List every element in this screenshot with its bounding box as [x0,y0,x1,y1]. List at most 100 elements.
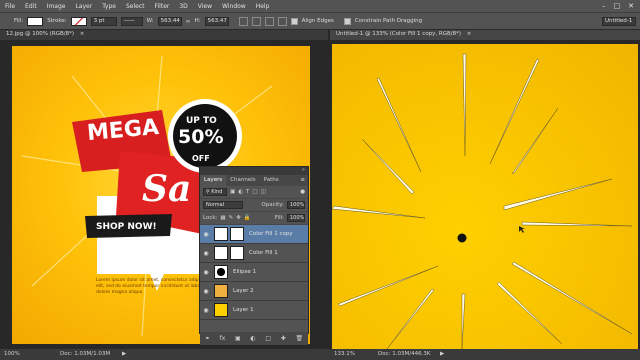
menu-file[interactable]: File [0,3,20,10]
layer-thumbnail [214,246,228,260]
left-zoom-readout[interactable]: 100% [4,351,20,357]
close-icon[interactable]: ✕ [628,2,634,10]
menu-edit[interactable]: Edit [20,3,42,10]
align-edges-checkbox[interactable] [290,17,298,25]
fill-label: Fill: [14,18,24,24]
lock-move-icon[interactable]: ✥ [236,215,241,221]
fill-label: Fill: [274,215,284,221]
trash-icon[interactable]: 🗑 [296,335,304,342]
width-field[interactable]: 563.44 [157,16,182,26]
sale-text: Sa [142,168,192,210]
tab-channels[interactable]: Channels [226,175,259,186]
menu-type[interactable]: Type [97,3,121,10]
lock-row: Lock: ▦ ✎ ✥ 🔒 Fill: 100% [200,212,308,225]
cursor-icon [519,226,525,233]
menu-image[interactable]: Image [42,3,71,10]
filter-type-icon[interactable]: T [246,189,249,195]
constrain-checkbox[interactable] [343,17,351,25]
fill-field[interactable]: 100% [287,214,305,222]
kind-filter-dropdown[interactable]: ⚲ Kind [203,188,227,196]
filter-smart-icon[interactable]: ◫ [261,189,266,195]
tab-paths[interactable]: Paths [260,175,283,186]
layer-thumbnail [214,284,228,298]
filter-pixel-icon[interactable]: ▣ [230,189,235,195]
status-arrow-icon[interactable]: ▶ [122,351,126,357]
blend-mode-dropdown[interactable]: Normal [203,201,243,209]
layer-name[interactable]: Ellipse 1 [233,269,256,275]
panel-menu-icon[interactable]: ≡ [297,175,308,186]
up-to-text: UP TO [186,116,217,126]
menu-filter[interactable]: Filter [150,3,175,10]
layer-style-icon[interactable]: fx [220,335,226,342]
h-label: H: [194,18,201,24]
lock-transparent-icon[interactable]: ▦ [220,215,225,221]
layer-mask-thumbnail [230,246,244,260]
stroke-style-dropdown[interactable]: —— [120,16,143,26]
layer-row[interactable]: ◉ Color Fill 1 [200,244,308,263]
blend-row: Normal Opacity: 100% [200,199,308,212]
percent-text: 50% [178,126,224,148]
eye-icon[interactable]: ◉ [200,269,212,276]
minimize-icon[interactable]: – [602,2,606,10]
collapse-icon[interactable]: » [302,167,305,173]
eye-icon[interactable]: ◉ [200,288,212,295]
maximize-icon[interactable]: □ [614,2,621,10]
eye-icon[interactable]: ◉ [200,231,212,238]
layers-empty-space [200,320,308,332]
menu-view[interactable]: View [193,3,217,10]
menu-help[interactable]: Help [251,3,275,10]
layer-row[interactable]: ◉ Layer 1 [200,301,308,320]
layer-row[interactable]: ◉ Color Fill 1 copy [200,225,308,244]
menu-layer[interactable]: Layer [70,3,97,10]
layer-name[interactable]: Color Fill 1 copy [249,231,293,237]
height-field[interactable]: 563.47 [204,16,229,26]
status-arrow-icon[interactable]: ▶ [440,351,444,357]
layer-name[interactable]: Layer 2 [233,288,254,294]
workspace-dropdown[interactable]: Untitled-1 [602,16,636,26]
filter-toggle-icon[interactable]: ● [300,189,305,195]
stroke-swatch[interactable] [70,16,87,26]
close-tab-icon[interactable]: × [80,31,85,37]
layer-thumbnail [214,227,228,241]
link-layers-icon[interactable]: ⚭ [205,335,210,342]
filter-row: ⚲ Kind ▣ ◐ T □ ◫ ● [200,186,308,199]
lock-all-icon[interactable]: 🔒 [244,215,251,221]
filter-adjust-icon[interactable]: ◐ [238,189,243,195]
layers-panel-footer: ⚭ fx ▣ ◐ □ ✚ 🗑 [200,332,308,345]
new-layer-icon[interactable]: ✚ [281,335,286,342]
layer-row[interactable]: ◉ Layer 2 [200,282,308,301]
path-arrangement-icon[interactable] [264,16,274,26]
right-zoom-readout[interactable]: 133.1% [334,351,355,357]
menu-window[interactable]: Window [217,3,251,10]
menu-select[interactable]: Select [121,3,150,10]
adjustment-layer-icon[interactable]: ◐ [250,335,255,342]
link-icon[interactable]: ∞ [186,18,191,25]
document-tab-left[interactable]: 12.jpg @ 100% (RGB/8*) × [0,30,328,40]
add-mask-icon[interactable]: ▣ [235,335,241,342]
document-tab-right[interactable]: Untitled-1 @ 133% (Color Fill 1 copy, RG… [330,30,640,40]
lock-paint-icon[interactable]: ✎ [229,215,234,221]
filter-shape-icon[interactable]: □ [252,189,257,195]
new-group-icon[interactable]: □ [265,335,271,342]
close-tab-icon[interactable]: × [467,31,472,37]
ray-shapes [332,53,633,349]
path-operations-icon[interactable] [238,16,248,26]
menu-3d[interactable]: 3D [174,3,192,10]
menu-bar: File Edit Image Layer Type Select Filter… [0,0,640,12]
align-edges-label: Align Edges [301,18,334,24]
fill-swatch[interactable] [27,16,44,26]
layer-row[interactable]: ◉ Ellipse 1 [200,263,308,282]
path-alignment-icon[interactable] [251,16,261,26]
layers-panel-tabs: Layers Channels Paths ≡ [200,175,308,186]
gear-icon[interactable] [277,16,287,26]
layer-name[interactable]: Layer 1 [233,307,254,313]
stroke-width-field[interactable]: 3 pt [90,16,117,26]
off-text: OFF [192,154,210,163]
layer-name[interactable]: Color Fill 1 [249,250,278,256]
sunburst-canvas[interactable] [332,44,638,349]
opacity-field[interactable]: 100% [287,201,305,209]
eye-icon[interactable]: ◉ [200,307,212,314]
layers-panel-header[interactable]: » [200,167,308,175]
eye-icon[interactable]: ◉ [200,250,212,257]
tab-layers[interactable]: Layers [200,175,227,186]
